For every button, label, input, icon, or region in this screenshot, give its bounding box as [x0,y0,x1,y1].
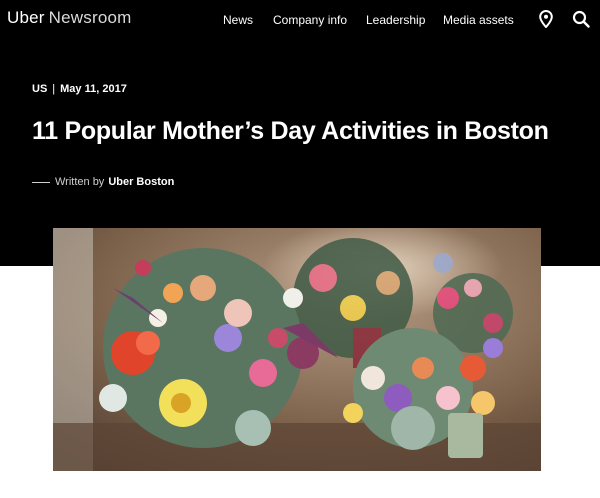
byline-author[interactable]: Uber Boston [108,176,174,188]
byline-dash [32,181,50,183]
nav-link-leadership[interactable]: Leadership [366,13,425,27]
search-icon[interactable] [571,9,591,29]
meta-separator: | [52,83,56,95]
article-meta: US | May 11, 2017 [32,83,127,95]
top-navigation-bar: Uber Newsroom News Company info Leadershi… [0,0,600,40]
article-byline: Written by Uber Boston [32,176,174,188]
hero-image-flower-bouquets [53,228,541,471]
nav-link-news[interactable]: News [223,13,253,27]
article-region[interactable]: US [32,83,47,95]
nav-link-media-assets[interactable]: Media assets [443,13,514,27]
main-nav: News Company info Leadership Media asset… [0,13,600,29]
byline-label: Written by [55,176,105,188]
nav-link-company-info[interactable]: Company info [273,13,347,27]
article-title: 11 Popular Mother’s Day Activities in Bo… [32,117,549,145]
article-date: May 11, 2017 [60,83,127,95]
location-pin-icon[interactable] [536,9,556,29]
